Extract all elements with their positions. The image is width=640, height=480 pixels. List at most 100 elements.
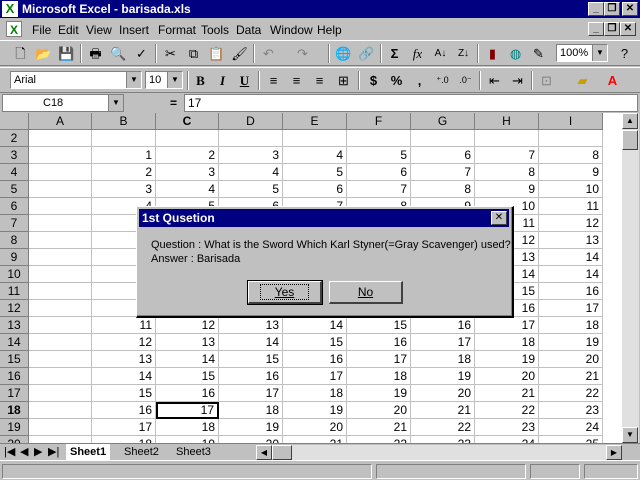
cell-a20[interactable] [29, 436, 92, 443]
cell-e16[interactable]: 17 [283, 368, 347, 385]
cell-h3[interactable]: 7 [475, 147, 539, 164]
cell-i16[interactable]: 21 [539, 368, 603, 385]
cell-a7[interactable] [29, 215, 92, 232]
autosum-icon[interactable]: Σ [384, 44, 405, 63]
column-header-d[interactable]: D [219, 113, 283, 130]
hscroll-thumb[interactable] [272, 445, 292, 460]
row-header-11[interactable]: 11 [0, 283, 29, 300]
cell-d3[interactable]: 3 [219, 147, 283, 164]
cell-g17[interactable]: 20 [411, 385, 475, 402]
cell-i12[interactable]: 17 [539, 300, 603, 317]
cell-e17[interactable]: 18 [283, 385, 347, 402]
font-size-dropdown[interactable]: 10 ▼ [145, 71, 183, 89]
menu-view[interactable]: View [86, 23, 112, 37]
print-icon[interactable]: 🖶 [85, 44, 106, 63]
cell-i2[interactable] [539, 130, 603, 147]
sort-descending-icon[interactable]: Z↓ [453, 44, 474, 63]
cell-b5[interactable]: 3 [92, 181, 156, 198]
redo-icon[interactable]: ↷ [292, 44, 313, 63]
column-header-c[interactable]: C [156, 113, 219, 130]
tab-sheet2[interactable]: Sheet2 [120, 444, 163, 460]
no-button[interactable]: No [329, 281, 403, 304]
cell-b17[interactable]: 15 [92, 385, 156, 402]
font-dropdown[interactable]: Arial ▼ [10, 71, 142, 89]
cell-c3[interactable]: 2 [156, 147, 219, 164]
cell-h15[interactable]: 19 [475, 351, 539, 368]
cell-i19[interactable]: 24 [539, 419, 603, 436]
cell-c17[interactable]: 16 [156, 385, 219, 402]
cell-b3[interactable]: 1 [92, 147, 156, 164]
cell-a2[interactable] [29, 130, 92, 147]
scroll-right-icon[interactable]: ▶ [606, 445, 622, 460]
cell-c5[interactable]: 4 [156, 181, 219, 198]
cell-a15[interactable] [29, 351, 92, 368]
cell-f18[interactable]: 20 [347, 402, 411, 419]
close-icon[interactable]: ✕ [491, 211, 507, 225]
row-header-10[interactable]: 10 [0, 266, 29, 283]
increase-indent-icon[interactable]: ⇥ [507, 71, 528, 90]
cell-a11[interactable] [29, 283, 92, 300]
row-header-7[interactable]: 7 [0, 215, 29, 232]
undo-icon[interactable]: ↶ [258, 44, 279, 63]
cell-a19[interactable] [29, 419, 92, 436]
cell-f19[interactable]: 21 [347, 419, 411, 436]
cell-c4[interactable]: 3 [156, 164, 219, 181]
cell-i17[interactable]: 22 [539, 385, 603, 402]
cell-f14[interactable]: 16 [347, 334, 411, 351]
cell-g2[interactable] [411, 130, 475, 147]
cell-i11[interactable]: 16 [539, 283, 603, 300]
cell-d20[interactable]: 20 [219, 436, 283, 443]
cell-c2[interactable] [156, 130, 219, 147]
column-header-f[interactable]: F [347, 113, 411, 130]
cell-e13[interactable]: 14 [283, 317, 347, 334]
cell-i14[interactable]: 19 [539, 334, 603, 351]
align-right-icon[interactable]: ≡ [309, 71, 330, 90]
cell-c14[interactable]: 13 [156, 334, 219, 351]
row-header-6[interactable]: 6 [0, 198, 29, 215]
cell-f2[interactable] [347, 130, 411, 147]
spelling-icon[interactable]: ✓ [131, 44, 152, 63]
doc-minimize-button[interactable]: _ [588, 22, 604, 36]
hyperlink-icon[interactable]: 🌐 [333, 44, 354, 63]
scroll-thumb[interactable] [622, 130, 638, 150]
cell-e20[interactable]: 21 [283, 436, 347, 443]
cell-a5[interactable] [29, 181, 92, 198]
cell-e15[interactable]: 16 [283, 351, 347, 368]
cell-d4[interactable]: 4 [219, 164, 283, 181]
cell-i5[interactable]: 10 [539, 181, 603, 198]
comma-button[interactable]: , [409, 71, 430, 90]
cell-g15[interactable]: 18 [411, 351, 475, 368]
cell-d15[interactable]: 15 [219, 351, 283, 368]
chevron-down-icon[interactable]: ▼ [108, 95, 123, 111]
menu-tools[interactable]: Tools [201, 23, 229, 37]
cell-f5[interactable]: 7 [347, 181, 411, 198]
cell-a6[interactable] [29, 198, 92, 215]
font-color-icon[interactable]: A [602, 71, 623, 90]
menu-data[interactable]: Data [236, 23, 261, 37]
cell-c20[interactable]: 19 [156, 436, 219, 443]
workbook-icon[interactable]: X [6, 21, 22, 37]
row-header-4[interactable]: 4 [0, 164, 29, 181]
cell-a14[interactable] [29, 334, 92, 351]
row-header-3[interactable]: 3 [0, 147, 29, 164]
cell-a3[interactable] [29, 147, 92, 164]
close-button[interactable]: ✕ [622, 2, 638, 16]
format-painter-icon[interactable]: 🖌 [229, 44, 250, 63]
cell-h5[interactable]: 9 [475, 181, 539, 198]
percent-button[interactable]: % [386, 71, 407, 90]
cell-i3[interactable]: 8 [539, 147, 603, 164]
cell-h17[interactable]: 21 [475, 385, 539, 402]
vertical-scrollbar[interactable]: ▲ ▼ [622, 113, 639, 443]
cell-e18[interactable]: 19 [283, 402, 347, 419]
row-header-13[interactable]: 13 [0, 317, 29, 334]
tab-sheet1[interactable]: Sheet1 [66, 444, 111, 460]
cell-c13[interactable]: 12 [156, 317, 219, 334]
cell-b15[interactable]: 13 [92, 351, 156, 368]
menu-edit[interactable]: Edit [58, 23, 79, 37]
column-header-g[interactable]: G [411, 113, 475, 130]
cell-c19[interactable]: 18 [156, 419, 219, 436]
cell-f16[interactable]: 18 [347, 368, 411, 385]
menu-help[interactable]: Help [317, 23, 342, 37]
cell-i20[interactable]: 25 [539, 436, 603, 443]
cell-f3[interactable]: 5 [347, 147, 411, 164]
